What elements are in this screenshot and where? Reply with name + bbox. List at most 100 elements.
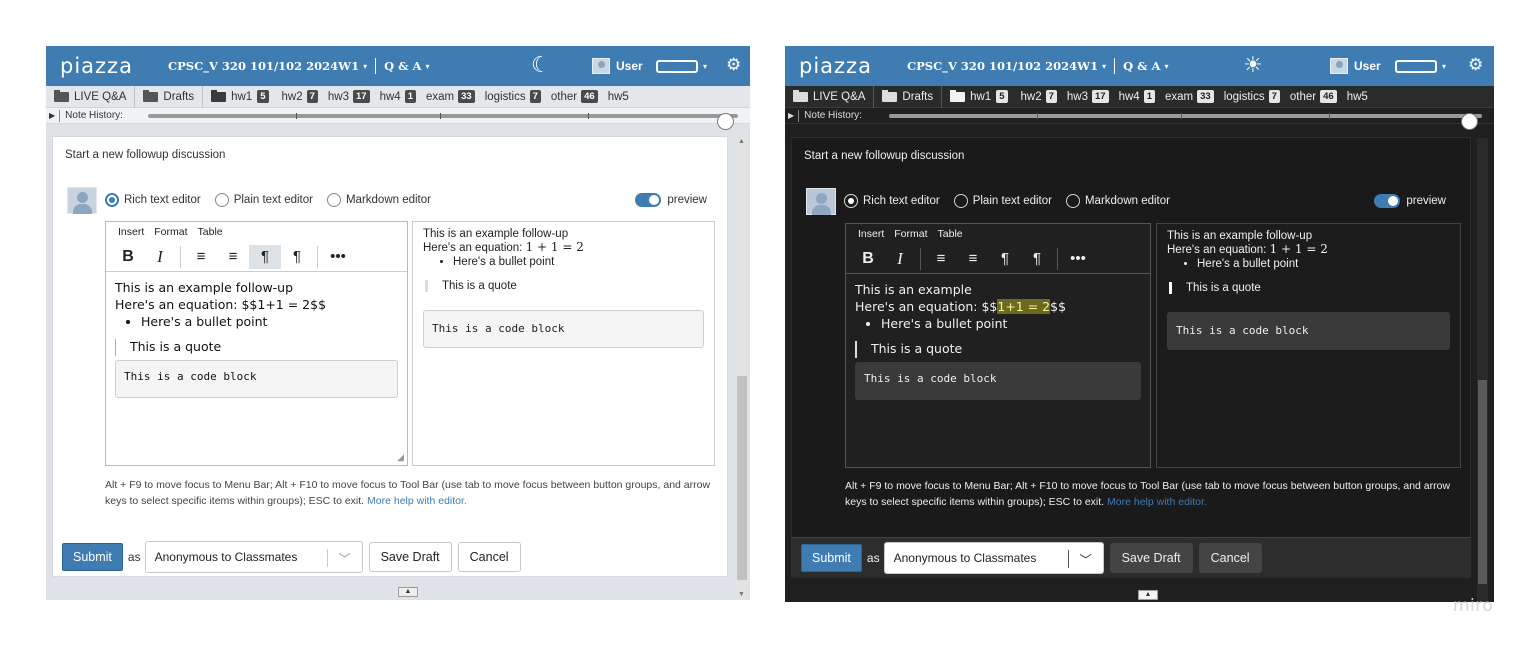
piazza-logo[interactable]: piazza bbox=[799, 54, 907, 78]
submit-button[interactable]: Submit bbox=[62, 543, 123, 571]
folder-hw2[interactable]: hw2 7 bbox=[277, 90, 323, 103]
toggle-switch[interactable] bbox=[1374, 194, 1401, 208]
bold-button[interactable]: B bbox=[112, 245, 144, 269]
folder-exam[interactable]: exam 33 bbox=[421, 90, 480, 103]
folder-logistics[interactable]: logistics 7 bbox=[480, 90, 546, 103]
anonymity-select[interactable]: Anonymous to Classmates ﹀ bbox=[883, 541, 1104, 574]
rich-text-editor[interactable]: Insert Format Table B I ≡ ≡ ¶ ¶ ••• This… bbox=[105, 221, 408, 466]
toggle-switch[interactable] bbox=[635, 193, 662, 207]
menu-insert[interactable]: Insert bbox=[118, 226, 144, 238]
menu-format[interactable]: Format bbox=[154, 226, 187, 238]
battery-toggle-icon[interactable] bbox=[656, 60, 698, 73]
cancel-button[interactable]: Cancel bbox=[457, 542, 521, 572]
help-link[interactable]: More help with editor. bbox=[1107, 496, 1207, 508]
align-center-button[interactable]: ≡ bbox=[217, 245, 249, 269]
course-selector[interactable]: CPSC_V 320 101/102 2024W1 ▾ Q & A ▾ bbox=[907, 58, 1168, 74]
editor-content[interactable]: This is an example follow-up Here's an e… bbox=[106, 272, 407, 406]
menu-table[interactable]: Table bbox=[938, 228, 963, 240]
user-menu[interactable]: User bbox=[592, 58, 643, 74]
scroll-up-icon[interactable]: ▲ bbox=[738, 138, 745, 145]
cancel-button[interactable]: Cancel bbox=[1198, 542, 1262, 573]
markdown-radio[interactable]: Markdown editor bbox=[326, 193, 431, 207]
resize-handle-icon[interactable]: ◢ bbox=[397, 452, 404, 463]
piazza-logo[interactable]: piazza bbox=[60, 54, 168, 78]
folder-live-qa[interactable]: LIVE Q&A bbox=[46, 85, 136, 108]
align-center-button[interactable]: ≡ bbox=[957, 247, 989, 271]
folder-hw5[interactable]: hw5 bbox=[603, 91, 634, 103]
editor-content[interactable]: This is an example Here's an equation: $… bbox=[846, 274, 1150, 408]
markdown-radio[interactable]: Markdown editor bbox=[1065, 194, 1170, 208]
gear-icon[interactable]: ⚙ bbox=[726, 55, 741, 75]
more-options-button[interactable]: ••• bbox=[322, 245, 354, 269]
ltr-direction-button[interactable]: ¶ bbox=[989, 247, 1021, 271]
expand-triangle-icon[interactable]: ▶ bbox=[49, 111, 55, 120]
folder-hw1[interactable]: hw1 5 bbox=[942, 86, 1015, 108]
preview-toggle[interactable]: preview bbox=[635, 193, 707, 207]
rtl-direction-button[interactable]: ¶ bbox=[281, 245, 313, 269]
italic-button[interactable]: I bbox=[884, 247, 916, 271]
section-name: Q & A bbox=[1123, 59, 1161, 73]
folder-hw2[interactable]: hw2 7 bbox=[1016, 90, 1062, 103]
menu-table[interactable]: Table bbox=[198, 226, 223, 238]
more-options-button[interactable]: ••• bbox=[1062, 247, 1094, 271]
plain-text-radio[interactable]: Plain text editor bbox=[953, 194, 1052, 208]
radio-label: Plain text editor bbox=[233, 194, 313, 206]
scroll-down-icon[interactable]: ▼ bbox=[738, 591, 745, 598]
folder-live-qa[interactable]: LIVE Q&A bbox=[785, 85, 875, 108]
course-selector[interactable]: CPSC_V 320 101/102 2024W1 ▾ Q & A ▾ bbox=[168, 58, 429, 74]
plain-text-radio[interactable]: Plain text editor bbox=[214, 193, 313, 207]
radio-label: Rich text editor bbox=[124, 194, 201, 206]
italic-button[interactable]: I bbox=[144, 245, 176, 269]
history-tick bbox=[1329, 113, 1330, 119]
user-menu[interactable]: User bbox=[1330, 58, 1381, 74]
moon-icon[interactable]: ☾ bbox=[531, 52, 551, 78]
folder-label: other bbox=[550, 90, 578, 103]
folder-exam[interactable]: exam 33 bbox=[1160, 90, 1219, 103]
folder-other[interactable]: other 46 bbox=[546, 90, 603, 103]
submit-button[interactable]: Submit bbox=[801, 543, 862, 572]
history-slider-handle[interactable] bbox=[1461, 113, 1478, 130]
folder-hw4[interactable]: hw4 1 bbox=[1114, 90, 1160, 103]
ltr-direction-button[interactable]: ¶ bbox=[249, 244, 281, 269]
collapse-handle-icon[interactable]: ▲ bbox=[1138, 590, 1158, 600]
folder-other[interactable]: other 46 bbox=[1285, 90, 1342, 103]
folder-icon bbox=[54, 89, 69, 102]
folder-drafts[interactable]: Drafts bbox=[874, 85, 943, 108]
save-draft-button[interactable]: Save Draft bbox=[1109, 542, 1193, 573]
history-slider-handle[interactable] bbox=[717, 113, 734, 130]
align-left-button[interactable]: ≡ bbox=[185, 245, 217, 269]
folder-hw3[interactable]: hw3 17 bbox=[1062, 90, 1114, 103]
history-slider-track[interactable] bbox=[889, 113, 1482, 130]
preview-toggle[interactable]: preview bbox=[1374, 194, 1446, 208]
save-draft-button[interactable]: Save Draft bbox=[368, 542, 452, 572]
expand-triangle-icon[interactable]: ▶ bbox=[788, 111, 794, 120]
scrollbar[interactable]: ▲ ▼ bbox=[736, 136, 748, 600]
scrollbar-thumb[interactable] bbox=[737, 376, 747, 580]
rich-text-radio[interactable]: Rich text editor bbox=[844, 194, 940, 208]
help-link[interactable]: More help with editor. bbox=[367, 495, 467, 507]
folder-hw5[interactable]: hw5 bbox=[1342, 91, 1373, 103]
sun-icon[interactable]: ☀ bbox=[1243, 52, 1263, 78]
menu-insert[interactable]: Insert bbox=[858, 228, 884, 240]
folder-hw1[interactable]: hw1 5 bbox=[203, 86, 276, 108]
collapse-handle-icon[interactable]: ▲ bbox=[398, 587, 418, 597]
gear-icon[interactable]: ⚙ bbox=[1468, 55, 1483, 75]
bold-button[interactable]: B bbox=[852, 247, 884, 271]
preview-bullet: Here's a bullet point bbox=[453, 256, 704, 268]
folder-hw3[interactable]: hw3 17 bbox=[323, 90, 375, 103]
rich-text-radio[interactable]: Rich text editor bbox=[105, 193, 201, 207]
folder-logistics[interactable]: logistics 7 bbox=[1219, 90, 1285, 103]
folder-drafts[interactable]: Drafts bbox=[135, 85, 204, 108]
anonymity-select[interactable]: Anonymous to Classmates ﹀ bbox=[144, 541, 363, 573]
folder-label: exam bbox=[426, 90, 455, 103]
folder-hw4[interactable]: hw4 1 bbox=[375, 90, 421, 103]
dark-theme-window: piazza CPSC_V 320 101/102 2024W1 ▾ Q & A… bbox=[785, 46, 1494, 602]
align-left-button[interactable]: ≡ bbox=[925, 247, 957, 271]
battery-toggle-icon[interactable] bbox=[1395, 60, 1437, 73]
history-slider-track[interactable] bbox=[148, 113, 738, 130]
rich-text-editor[interactable]: Insert Format Table B I ≡ ≡ ¶ ¶ ••• This… bbox=[845, 223, 1151, 468]
scrollbar-thumb[interactable] bbox=[1478, 380, 1487, 584]
scrollbar[interactable] bbox=[1477, 138, 1488, 602]
rtl-direction-button[interactable]: ¶ bbox=[1021, 247, 1053, 271]
menu-format[interactable]: Format bbox=[894, 228, 927, 240]
